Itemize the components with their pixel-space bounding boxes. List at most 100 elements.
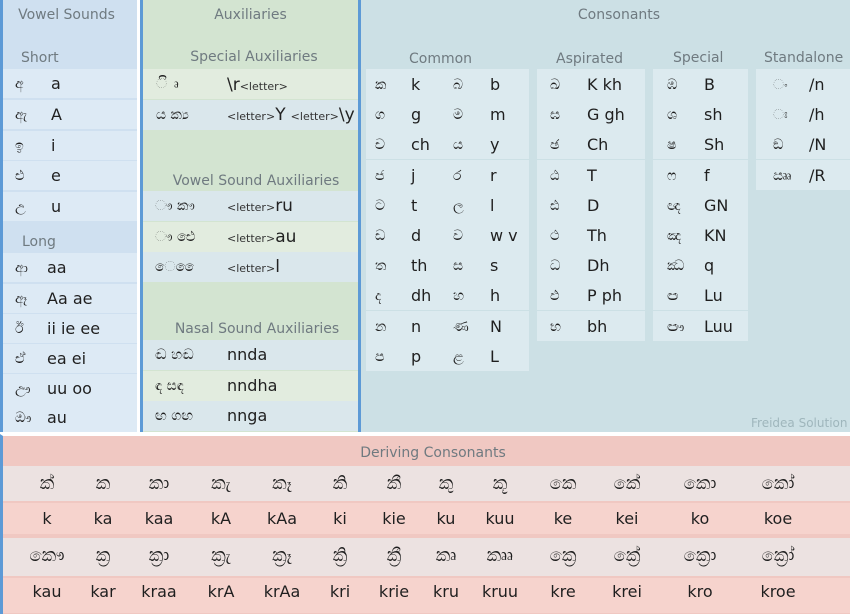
common-consonant-sinhala: ණ: [453, 320, 469, 334]
common-consonant-roman: t: [411, 198, 417, 214]
letter-tag: <letter>: [227, 201, 275, 214]
derive-roman-cell: ku: [416, 511, 476, 527]
derive-roman-cell: krAa: [252, 584, 312, 600]
common-consonant-roman: h: [490, 288, 500, 304]
derive-sinhala-cell: ක්‍රී: [364, 547, 424, 565]
vowel-aux-sinhala: ෙ ෛ: [155, 260, 201, 274]
common-consonant-sinhala: ට: [375, 199, 385, 213]
common-consonant-sinhala: ග: [375, 108, 385, 122]
derive-roman-cell: kA: [191, 511, 251, 527]
letter-tag: <letter>: [240, 80, 288, 93]
vowel-aux-sinhala: ෟ කෟ: [155, 199, 195, 213]
common-consonant-row: [366, 280, 529, 310]
derive-sinhala-cell: කූ: [470, 475, 530, 493]
standalone-consonant-roman: /h: [809, 107, 825, 123]
derive-sinhala-cell: කී: [364, 475, 424, 493]
derive-sinhala-cell: කා: [129, 475, 189, 493]
standalone-consonant-sinhala: ඃ: [773, 108, 788, 122]
special-consonant-sinhala: ඏ: [667, 289, 678, 303]
aspirated-consonant-roman: T: [587, 168, 597, 184]
short-vowel-roman: u: [51, 199, 61, 215]
derive-roman-cell: kre: [533, 584, 593, 600]
common-consonant-roman: ch: [411, 137, 430, 153]
derive-roman-cell: koe: [748, 511, 808, 527]
derive-roman-cell: ki: [310, 511, 370, 527]
derive-sinhala-cell: කෞ: [17, 547, 77, 565]
vowel-aux-roman: <letter>ru: [227, 198, 293, 215]
auxiliaries-title: Auxiliaries: [143, 7, 358, 23]
special-consonant-roman: Sh: [704, 137, 724, 153]
common-consonant-roman: m: [490, 107, 506, 123]
special-consonant-sinhala: ෂ: [667, 138, 676, 152]
aspirated-consonant-roman: G gh: [587, 107, 625, 123]
special-consonants-title: Special: [673, 50, 723, 66]
derive-sinhala-cell: ක්: [17, 475, 77, 493]
derive-roman-cell: kAa: [252, 511, 312, 527]
long-vowel-sinhala: ඊ: [15, 322, 24, 336]
common-consonant-row: [366, 69, 529, 99]
special-aux-sinhala: ය ක්‍ය: [156, 108, 189, 122]
standalone-consonant-row: [756, 129, 850, 159]
special-consonant-roman: Luu: [704, 319, 733, 335]
special-consonant-roman: KN: [704, 228, 726, 244]
derive-roman-cell: krie: [364, 584, 424, 600]
short-vowel-sinhala: අ: [15, 77, 24, 91]
common-consonant-roman: N: [490, 319, 502, 335]
short-vowel-roman: A: [51, 107, 62, 123]
common-consonant-row: [366, 129, 529, 159]
auxiliaries-panel: Auxiliaries Special Auxiliaries ි ෘ \r<l…: [140, 0, 358, 432]
standalone-consonant-row: [756, 99, 850, 129]
special-aux-roman: <letter>Y <letter>\y: [227, 107, 355, 124]
aspirated-consonants-title: Aspirated: [556, 51, 623, 67]
derive-sinhala-cell: ක්‍රා: [129, 547, 189, 565]
vowel-aux-sinhala: ෟ ඓ: [155, 230, 195, 244]
short-vowel-roman: a: [51, 76, 61, 92]
derive-roman-cell: kar: [73, 584, 133, 600]
derive-sinhala-cell: ක: [73, 475, 133, 493]
letter-tag: <letter>: [227, 232, 275, 245]
derive-roman-cell: kri: [310, 584, 370, 600]
vowel-aux-suffix: au: [275, 227, 296, 247]
aspirated-consonant-roman: Th: [587, 228, 607, 244]
long-vowel-roman: ea ei: [47, 351, 86, 367]
nasal-aux-roman: nnga: [227, 408, 267, 424]
derive-sinhala-cell: කෝ: [748, 475, 808, 493]
common-consonant-roman: p: [411, 349, 421, 365]
standalone-consonant-row: [756, 160, 850, 190]
common-consonant-row: [366, 190, 529, 220]
common-consonant-sinhala: ද: [375, 289, 381, 303]
aspirated-consonant-sinhala: ඡ: [550, 138, 559, 152]
common-consonant-roman: j: [411, 168, 415, 184]
derive-roman-cell: krei: [597, 584, 657, 600]
derive-sinhala-cell: ක්‍රෙ: [533, 547, 593, 565]
common-consonant-roman: y: [490, 137, 499, 153]
nasal-aux-roman: nndha: [227, 378, 277, 394]
derive-sinhala-cell: කෙ: [533, 475, 593, 493]
special-consonant-roman: B: [704, 77, 715, 93]
common-consonant-sinhala: න: [375, 320, 386, 334]
derive-sinhala-cell: කෲ: [470, 547, 530, 565]
standalone-consonant-roman: /n: [809, 77, 825, 93]
special-consonant-roman: Lu: [704, 288, 723, 304]
short-vowel-sinhala: උ: [15, 200, 26, 214]
special-consonant-sinhala: ඥ: [667, 199, 681, 213]
standalone-consonants-title: Standalone: [764, 50, 843, 66]
derive-sinhala-cell: කි: [310, 475, 370, 493]
derive-roman-cell: kuu: [470, 511, 530, 527]
nasal-aux-sinhala: ඟ ගඟ: [155, 409, 193, 423]
common-consonant-roman: d: [411, 228, 421, 244]
common-consonant-sinhala: ය: [453, 138, 463, 152]
common-consonant-sinhala: ප: [375, 350, 384, 364]
long-vowels-title: Long: [22, 234, 56, 250]
common-consonant-sinhala: ර: [453, 169, 461, 183]
short-vowel-sinhala: ඉ: [15, 139, 24, 153]
aspirated-consonant-sinhala: ඨ: [550, 169, 559, 183]
derive-roman-cell: kaa: [129, 511, 189, 527]
vowel-sounds-title: Vowel Sounds: [3, 7, 130, 23]
derive-roman-cell: ko: [670, 511, 730, 527]
long-vowel-roman: au: [47, 410, 67, 426]
common-consonant-roman: L: [490, 349, 499, 365]
common-consonant-sinhala: ව: [453, 229, 463, 243]
derive-sinhala-cell: ක්‍රො: [670, 547, 730, 565]
nasal-aux-sinhala: ඳ සඳ: [155, 379, 184, 393]
